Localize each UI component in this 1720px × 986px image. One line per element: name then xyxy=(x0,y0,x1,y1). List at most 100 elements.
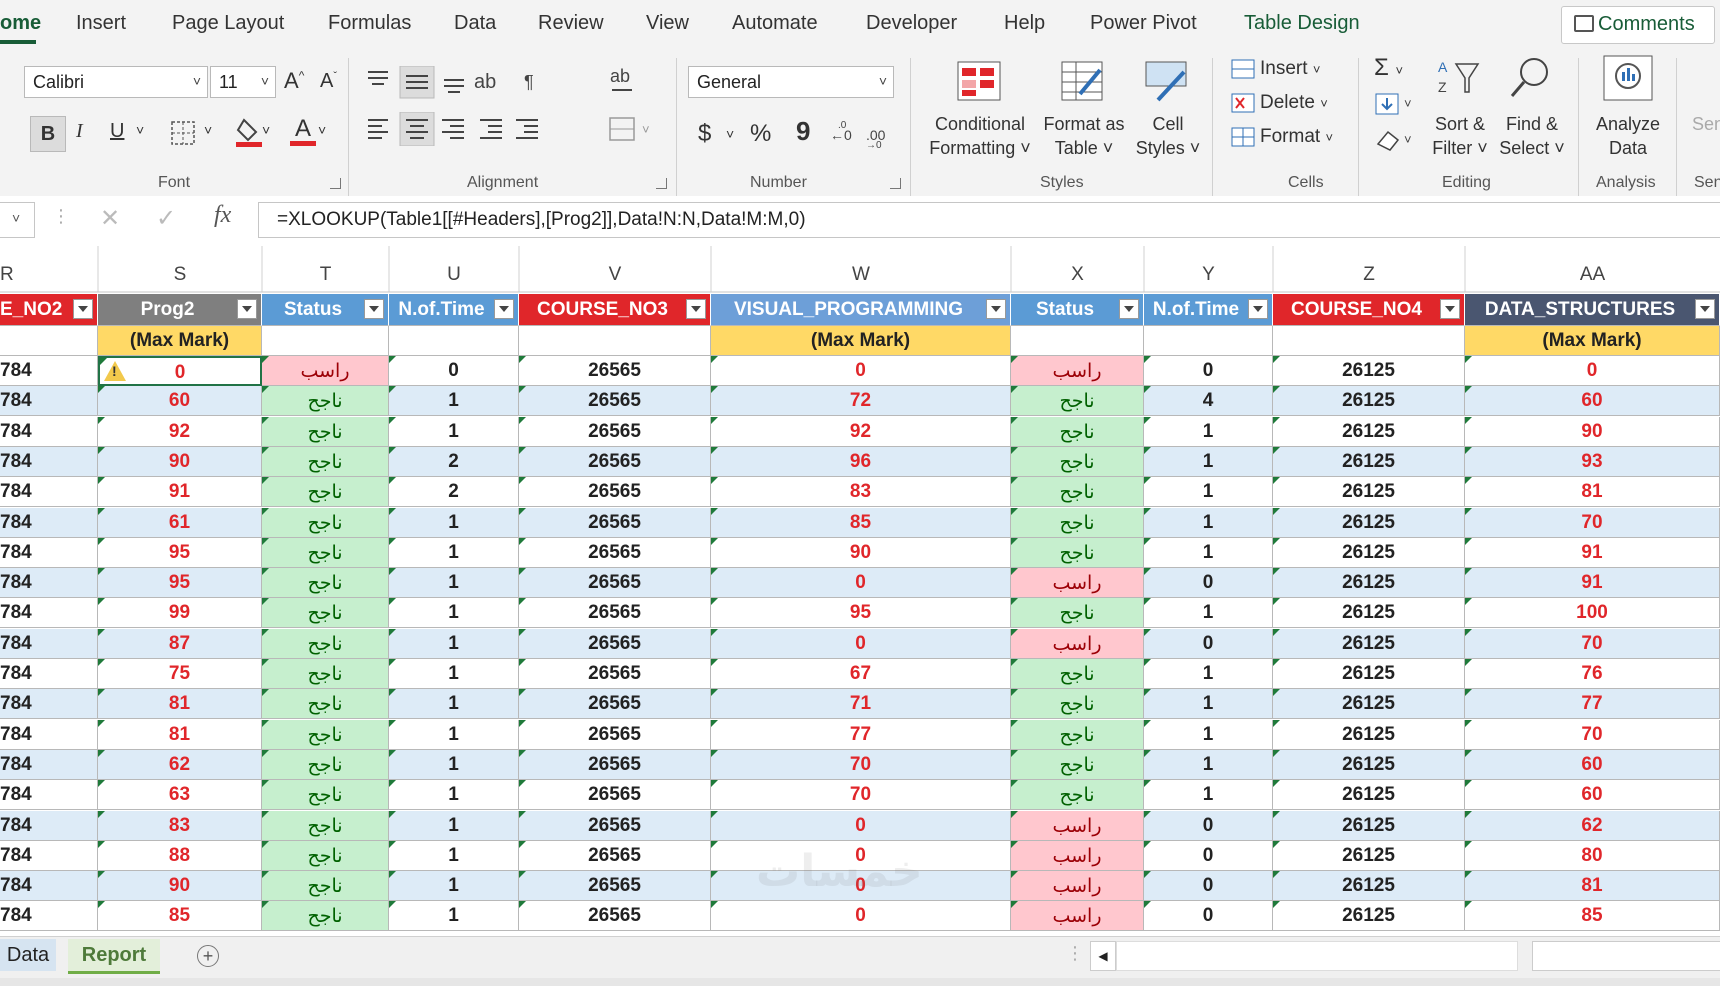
table-cell[interactable]: 83 xyxy=(711,477,1011,508)
table-cell[interactable]: 90 xyxy=(1465,416,1720,447)
table-cell[interactable]: راسب xyxy=(1011,901,1144,932)
table-cell[interactable]: 784 xyxy=(0,537,98,568)
filter-dropdown-icon[interactable] xyxy=(364,299,384,319)
column-header[interactable]: R xyxy=(0,262,98,287)
more-options-icon[interactable]: ⋮ xyxy=(52,206,70,227)
fill-color-icon[interactable] xyxy=(236,116,264,148)
table-cell[interactable]: ناجح xyxy=(262,598,389,629)
tab-formulas[interactable]: Formulas xyxy=(328,12,411,35)
table-cell[interactable]: 0 xyxy=(1144,810,1273,841)
chevron-down-icon[interactable]: ˅ xyxy=(318,122,326,138)
cell-styles-button[interactable]: Cell Styles ˅ xyxy=(1124,112,1212,160)
table-cell[interactable]: 1 xyxy=(389,568,519,599)
table-cell[interactable]: 1 xyxy=(1144,537,1273,568)
table-cell[interactable]: 81 xyxy=(98,689,262,720)
sheet-tab-data[interactable]: Data xyxy=(0,939,56,971)
table-cell[interactable]: 2 xyxy=(389,477,519,508)
chevron-down-icon[interactable]: ˅ xyxy=(204,122,212,138)
table-cell[interactable]: 0 xyxy=(711,568,1011,599)
table-cell[interactable]: 26125 xyxy=(1273,386,1465,417)
decrease-font-icon[interactable]: Aˇ xyxy=(320,70,337,93)
table-cell[interactable]: ناجح xyxy=(1011,477,1144,508)
wrap-text-icon[interactable]: ab xyxy=(608,64,638,98)
table-cell[interactable]: 1 xyxy=(1144,446,1273,477)
table-cell[interactable]: ناجح xyxy=(262,871,389,902)
table-cell[interactable]: 67 xyxy=(711,659,1011,689)
max-mark-cell[interactable]: (Max Mark) xyxy=(711,326,1011,356)
table-cell[interactable]: 92 xyxy=(98,416,262,447)
table-cell[interactable]: 96 xyxy=(711,446,1011,477)
borders-icon[interactable] xyxy=(170,120,196,146)
find-select-button[interactable]: Find & Select ˅ xyxy=(1494,112,1570,160)
name-box[interactable]: ˅ xyxy=(0,202,35,238)
merge-center-icon[interactable]: ˅ xyxy=(608,116,660,146)
horizontal-scrollbar-thumb[interactable] xyxy=(1532,941,1720,971)
more-options-icon[interactable]: ⋮ xyxy=(1066,943,1084,964)
table-cell[interactable]: 70 xyxy=(1465,719,1720,750)
table-cell[interactable]: 60 xyxy=(1465,780,1720,811)
table-cell[interactable]: 1 xyxy=(1144,659,1273,689)
table-cell[interactable]: ناجح xyxy=(1011,507,1144,538)
table-cell[interactable]: 77 xyxy=(1465,689,1720,720)
tab-developer[interactable]: Developer xyxy=(866,12,957,35)
table-cell[interactable]: 26565 xyxy=(519,568,711,599)
table-header-cell[interactable]: Status xyxy=(262,294,389,326)
table-cell[interactable]: 1 xyxy=(389,749,519,780)
tab-table-design[interactable]: Table Design xyxy=(1244,12,1360,35)
table-cell[interactable]: ناجح xyxy=(1011,780,1144,811)
table-cell[interactable]: 1 xyxy=(1144,477,1273,508)
filter-dropdown-icon[interactable] xyxy=(1119,299,1139,319)
table-cell[interactable]: 99 xyxy=(98,598,262,629)
table-cell[interactable]: 72 xyxy=(711,386,1011,417)
table-cell[interactable]: ناجح xyxy=(1011,719,1144,750)
table-cell[interactable]: 0 xyxy=(1144,568,1273,599)
column-header[interactable]: S xyxy=(98,262,262,287)
table-cell[interactable]: 26565 xyxy=(519,537,711,568)
table-cell[interactable] xyxy=(519,326,711,356)
table-cell[interactable]: 85 xyxy=(98,901,262,932)
table-cell[interactable]: ناجح xyxy=(262,901,389,932)
table-cell[interactable]: 60 xyxy=(1465,386,1720,417)
table-cell[interactable]: 81 xyxy=(1465,477,1720,508)
table-cell[interactable]: 1 xyxy=(389,840,519,871)
table-cell[interactable]: 81 xyxy=(1465,871,1720,902)
table-cell[interactable]: 0 xyxy=(1144,356,1273,386)
table-header-cell[interactable]: COURSE_NO3 xyxy=(519,294,711,326)
table-cell[interactable]: ناجح xyxy=(1011,446,1144,477)
table-cell[interactable]: 1 xyxy=(1144,749,1273,780)
fill-down-icon[interactable]: ˅ xyxy=(1374,92,1422,120)
table-cell[interactable]: 26125 xyxy=(1273,628,1465,659)
filter-dropdown-icon[interactable] xyxy=(73,299,93,319)
table-cell[interactable]: 784 xyxy=(0,780,98,811)
table-header-cell[interactable]: COURSE_NO4 xyxy=(1273,294,1465,326)
table-cell[interactable]: ناجح xyxy=(1011,749,1144,780)
filter-dropdown-icon[interactable] xyxy=(1440,299,1460,319)
increase-font-icon[interactable]: A^ xyxy=(284,68,304,94)
max-mark-cell[interactable]: (Max Mark) xyxy=(98,326,262,356)
table-cell[interactable]: 60 xyxy=(1465,749,1720,780)
underline-button[interactable]: U xyxy=(110,120,124,143)
table-cell[interactable]: 91 xyxy=(1465,568,1720,599)
table-cell[interactable]: 784 xyxy=(0,689,98,720)
table-cell[interactable]: 26565 xyxy=(519,840,711,871)
table-cell[interactable]: ناجح xyxy=(262,689,389,720)
table-cell[interactable]: 26565 xyxy=(519,749,711,780)
sheet-tab-report[interactable]: Report xyxy=(68,939,160,974)
table-cell[interactable]: راسب xyxy=(262,356,389,386)
tab-automate[interactable]: Automate xyxy=(732,12,818,35)
table-cell[interactable]: 0! xyxy=(98,356,262,386)
comments-button[interactable]: Comments xyxy=(1561,6,1715,44)
table-cell[interactable]: 26565 xyxy=(519,810,711,841)
table-cell[interactable]: 4 xyxy=(1144,386,1273,417)
table-cell[interactable]: 90 xyxy=(711,537,1011,568)
alignment-top-row-icons[interactable]: ab ¶ xyxy=(364,66,554,100)
font-size-dropdown[interactable]: 11 ˅ xyxy=(210,66,276,98)
horizontal-scrollbar[interactable] xyxy=(1116,941,1518,971)
conditional-formatting-button[interactable]: Conditional Formatting ˅ xyxy=(924,112,1036,160)
filter-dropdown-icon[interactable] xyxy=(1695,299,1715,319)
table-cell[interactable]: 26125 xyxy=(1273,568,1465,599)
table-cell[interactable]: 83 xyxy=(98,810,262,841)
table-cell[interactable]: 95 xyxy=(711,598,1011,629)
table-cell[interactable]: 100 xyxy=(1465,598,1720,629)
table-cell[interactable]: 26565 xyxy=(519,446,711,477)
